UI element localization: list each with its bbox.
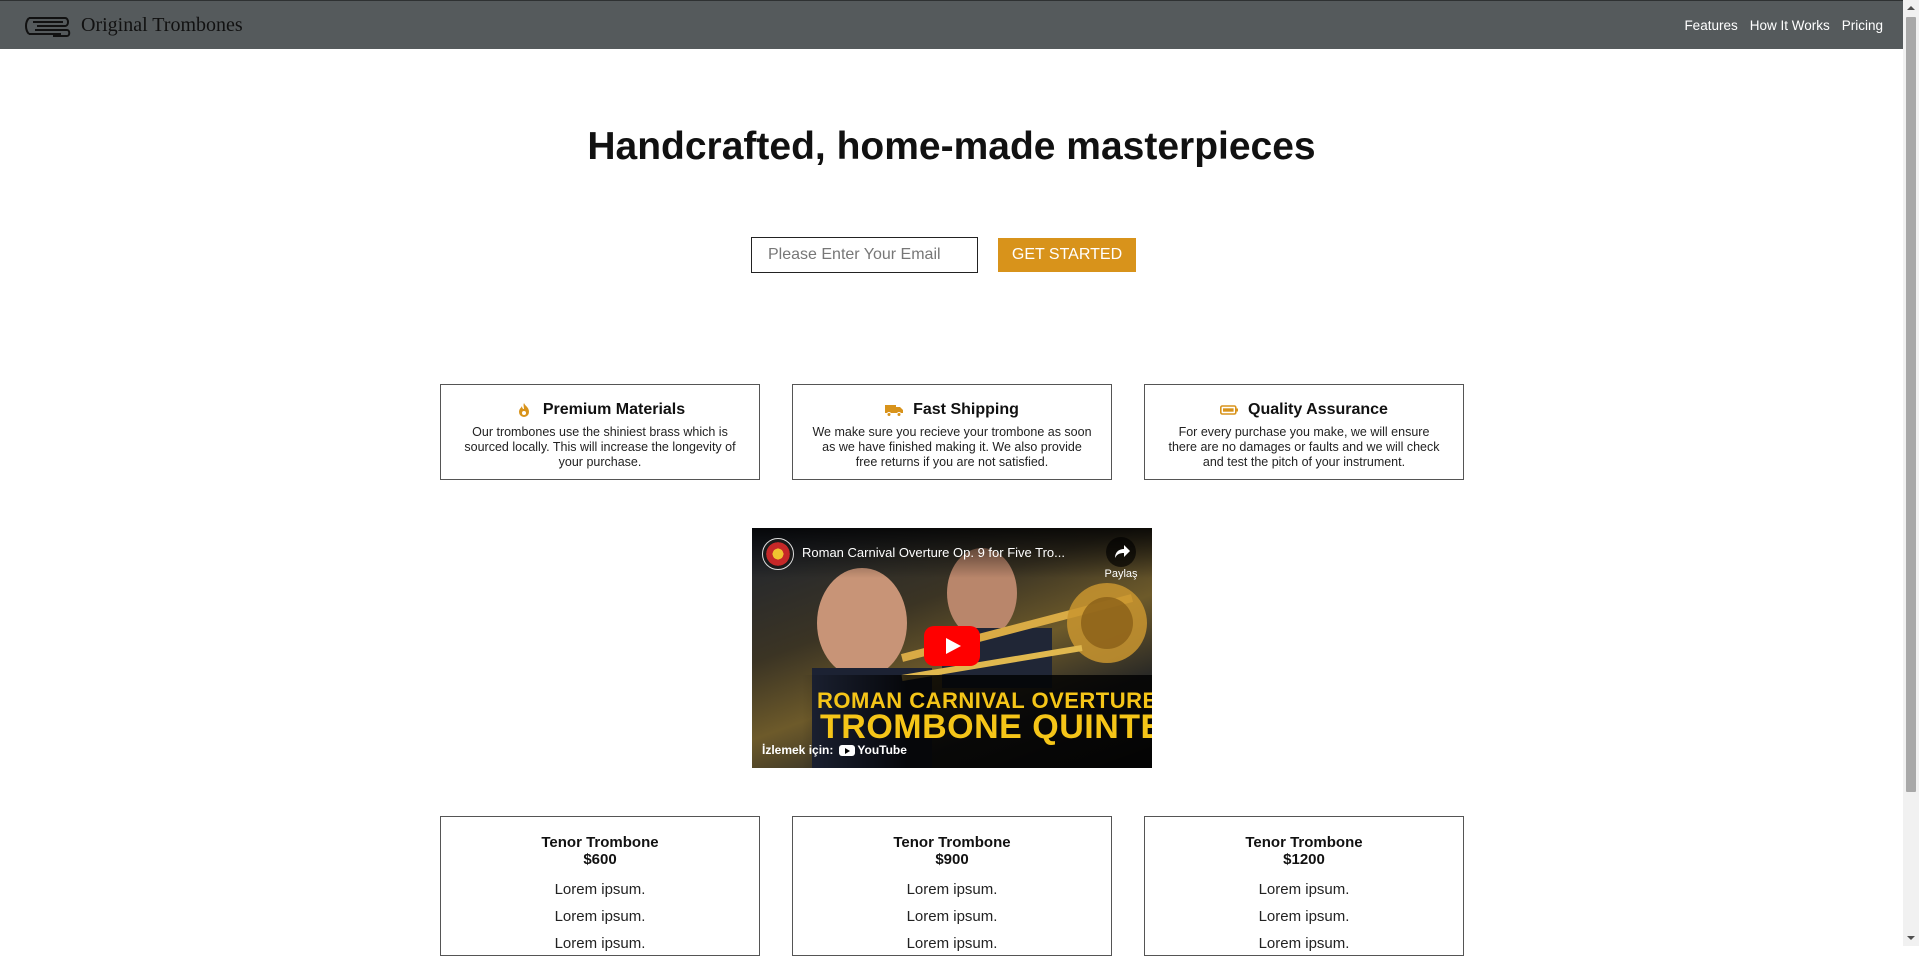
share-label: Paylaş: [1104, 568, 1138, 580]
pricing-card: Tenor Trombone $600 Lorem ipsum. Lorem i…: [440, 816, 760, 956]
feature-title: Quality Assurance: [1248, 401, 1388, 418]
nav-link-how-it-works[interactable]: How It Works: [1750, 18, 1830, 33]
list-item: Lorem ipsum.: [554, 935, 646, 952]
page-scrollbar[interactable]: [1903, 0, 1919, 946]
product-name: Tenor Trombone: [541, 834, 659, 851]
get-started-button[interactable]: GET STARTED: [998, 238, 1136, 272]
share-button[interactable]: Paylaş: [1104, 537, 1138, 580]
fire-icon: [518, 403, 529, 417]
list-item: Lorem ipsum.: [1258, 908, 1350, 925]
youtube-logo: YouTube: [839, 743, 907, 757]
feature-description: We make sure you recieve your trombone a…: [812, 425, 1092, 469]
share-icon: [1106, 537, 1136, 567]
video-overlay-subtitle: TROMBONE QUINTET: [820, 708, 1152, 746]
nav-link-features[interactable]: Features: [1684, 18, 1737, 33]
list-item: Lorem ipsum.: [906, 908, 998, 925]
feature-card-fast-shipping: Fast Shipping We make sure you recieve y…: [792, 384, 1112, 480]
feature-list: Lorem ipsum. Lorem ipsum. Lorem ipsum.: [1145, 876, 1463, 957]
feature-title: Premium Materials: [542, 401, 686, 418]
email-input[interactable]: [751, 237, 978, 273]
list-item: Lorem ipsum.: [1258, 935, 1350, 952]
list-item: Lorem ipsum.: [554, 908, 646, 925]
battery-icon: [1220, 405, 1239, 415]
scroll-down-arrow-icon[interactable]: [1903, 930, 1919, 946]
feature-description: Our trombones use the shiniest brass whi…: [464, 425, 736, 469]
list-item: Lorem ipsum.: [554, 881, 646, 898]
video-title[interactable]: Roman Carnival Overture Op. 9 for Five T…: [802, 545, 1092, 560]
scrollbar-thumb[interactable]: [1906, 17, 1916, 792]
feature-list: Lorem ipsum. Lorem ipsum. Lorem ipsum.: [793, 876, 1111, 957]
feature-list: Lorem ipsum. Lorem ipsum. Lorem ipsum.: [441, 876, 759, 957]
watch-label: İzlemek için:: [762, 743, 834, 757]
scroll-up-arrow-icon[interactable]: [1903, 0, 1919, 16]
hero-title: Handcrafted, home-made masterpieces: [587, 125, 1316, 168]
watch-on-youtube[interactable]: İzlemek için: YouTube: [762, 743, 907, 757]
feature-card-quality-assurance: Quality Assurance For every purchase you…: [1144, 384, 1464, 480]
site-header: Original Trombones Features How It Works…: [0, 0, 1903, 49]
pricing-card: Tenor Trombone $1200 Lorem ipsum. Lorem …: [1144, 816, 1464, 956]
list-item: Lorem ipsum.: [1258, 881, 1350, 898]
product-name: Tenor Trombone: [1245, 834, 1363, 851]
feature-card-premium-materials: Premium Materials Our trombones use the …: [440, 384, 760, 480]
product-price: $1200: [1283, 851, 1325, 868]
youtube-icon: [839, 744, 856, 756]
play-button[interactable]: [924, 626, 980, 666]
video-embed[interactable]: Roman Carnival Overture Op. 9 for Five T…: [752, 528, 1152, 768]
list-item: Lorem ipsum.: [906, 935, 998, 952]
product-price: $600: [583, 851, 617, 868]
brand-name: Original Trombones: [81, 13, 243, 36]
youtube-wordmark: YouTube: [857, 743, 907, 757]
nav-link-pricing[interactable]: Pricing: [1842, 18, 1883, 33]
pricing-card: Tenor Trombone $900 Lorem ipsum. Lorem i…: [792, 816, 1112, 956]
list-item: Lorem ipsum.: [906, 881, 998, 898]
truck-icon: [885, 405, 904, 417]
product-name: Tenor Trombone: [893, 834, 1011, 851]
trombone-icon: [25, 17, 71, 37]
feature-description: For every purchase you make, we will ens…: [1168, 425, 1440, 469]
product-price: $900: [935, 851, 969, 868]
feature-title: Fast Shipping: [913, 401, 1019, 418]
main-nav: Features How It Works Pricing: [1684, 18, 1883, 33]
brand-logo[interactable]: Original Trombones: [23, 9, 243, 41]
channel-avatar[interactable]: [762, 538, 794, 570]
